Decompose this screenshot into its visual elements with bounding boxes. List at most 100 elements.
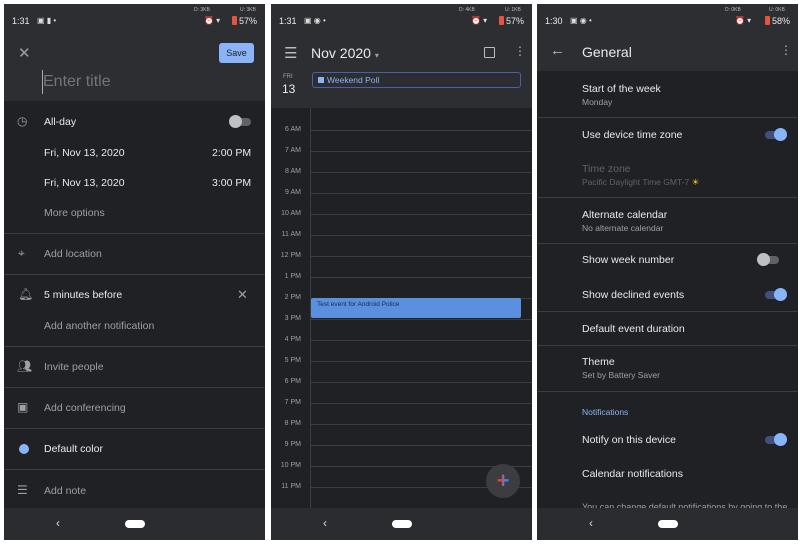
hour-label: 6 AM xyxy=(285,126,301,133)
back-arrow-icon[interactable]: ← xyxy=(550,42,565,59)
nav-bar: ‹ xyxy=(537,508,798,540)
device-timezone-setting[interactable]: Use device time zone xyxy=(582,129,682,141)
hour-label: 10 AM xyxy=(281,210,301,217)
theme-setting[interactable]: Theme xyxy=(582,356,615,368)
add-location[interactable]: Add location xyxy=(44,248,102,260)
status-bar: 1:30 ▣ ◉ • D: 0KB U: 0KB ⏰ ▾ 58% xyxy=(537,4,798,30)
hour-line xyxy=(311,403,532,404)
remove-notification-icon[interactable]: ✕ xyxy=(237,287,248,303)
settings-header: ← General ⋮ xyxy=(537,30,798,71)
battery-icon xyxy=(764,16,770,25)
hour-label: 8 PM xyxy=(284,420,301,427)
hour-label: 5 PM xyxy=(284,357,301,364)
color-picker[interactable]: Default color xyxy=(44,443,103,455)
day-view-screen: 1:31 ▣ ◉ • D: 4KB U: 1KB ⏰ ▾ 57% ☰ Nov 2… xyxy=(271,4,532,540)
notify-device-setting[interactable]: Notify on this device xyxy=(582,434,676,446)
battery-level: 57% xyxy=(238,16,257,26)
hour-label: 7 AM xyxy=(285,147,301,154)
day-number[interactable]: 13 xyxy=(282,82,295,96)
back-icon[interactable]: ‹ xyxy=(589,516,593,530)
upload-speed: U: 1KB xyxy=(505,7,521,13)
notify-device-toggle[interactable] xyxy=(765,433,787,446)
day-name: FRI xyxy=(283,74,293,80)
today-icon[interactable] xyxy=(484,47,495,58)
settings-screen: 1:30 ▣ ◉ • D: 0KB U: 0KB ⏰ ▾ 58% ← Gener… xyxy=(537,4,798,540)
home-button[interactable] xyxy=(657,520,678,528)
hour-line xyxy=(311,340,532,341)
nav-bar: ‹ xyxy=(271,508,532,540)
bell-icon: 🔔︎ xyxy=(18,287,34,301)
poll-icon xyxy=(318,77,324,83)
hour-label: 9 AM xyxy=(285,189,301,196)
hour-line xyxy=(311,130,532,131)
hour-label: 3 PM xyxy=(284,315,301,322)
battery-icon xyxy=(231,16,237,25)
end-date[interactable]: Fri, Nov 13, 2020 xyxy=(44,177,125,189)
week-number-toggle[interactable] xyxy=(757,253,779,266)
location-icon: ⌖ xyxy=(18,246,25,260)
week-number-setting[interactable]: Show week number xyxy=(582,254,674,266)
start-week-setting[interactable]: Start of the week xyxy=(582,83,661,95)
status-time: 1:31 xyxy=(279,16,297,26)
back-icon[interactable]: ‹ xyxy=(56,516,60,530)
add-notification[interactable]: Add another notification xyxy=(44,320,154,332)
start-date[interactable]: Fri, Nov 13, 2020 xyxy=(44,147,125,159)
event-duration-setting[interactable]: Default event duration xyxy=(582,323,685,335)
hour-label: 8 AM xyxy=(285,168,301,175)
add-conferencing[interactable]: Add conferencing xyxy=(44,402,126,414)
declined-events-toggle[interactable] xyxy=(765,288,787,301)
more-options-link[interactable]: More options xyxy=(44,207,105,219)
hour-label: 9 PM xyxy=(284,441,301,448)
sun-icon: ☀ xyxy=(691,177,700,187)
calendar-notifications-setting[interactable]: Calendar notifications xyxy=(582,468,683,480)
allday-event-chip[interactable]: Weekend Poll xyxy=(312,72,521,88)
notification-item[interactable]: 5 minutes before xyxy=(44,289,122,301)
device-timezone-toggle[interactable] xyxy=(765,128,787,141)
add-note[interactable]: Add note xyxy=(44,485,86,497)
notifications-section-header: Notifications xyxy=(582,407,629,417)
hour-label: 11 PM xyxy=(281,483,301,490)
save-button[interactable]: Save xyxy=(219,43,254,63)
more-icon[interactable]: ⋮ xyxy=(780,43,792,57)
title-input[interactable] xyxy=(42,70,242,94)
nav-bar: ‹ xyxy=(4,508,265,540)
status-bar: 1:31 ▣ ◉ • D: 4KB U: 1KB ⏰ ▾ 57% xyxy=(271,4,532,30)
clock-icon: ◷ xyxy=(17,114,28,128)
status-bar: 1:31 ▣ ▮ • D: 3KB U: 3KB ⏰ ▾ 57% xyxy=(4,4,265,30)
alternate-calendar-setting[interactable]: Alternate calendar xyxy=(582,209,667,221)
battery-level: 57% xyxy=(505,16,524,26)
hour-label: 12 PM xyxy=(280,252,301,259)
declined-events-setting[interactable]: Show declined events xyxy=(582,289,684,301)
alarm-wifi-icon: ⏰ ▾ xyxy=(471,16,488,25)
battery-icon xyxy=(498,16,504,25)
hour-line xyxy=(311,256,532,257)
back-icon[interactable]: ‹ xyxy=(323,516,327,530)
hour-label: 10 PM xyxy=(280,462,301,469)
hour-label: 2 PM xyxy=(284,294,301,301)
calendar-event[interactable]: Test event for Android Police xyxy=(311,298,521,318)
allday-toggle[interactable] xyxy=(229,115,251,128)
alarm-wifi-icon: ⏰ ▾ xyxy=(735,16,752,25)
menu-icon[interactable]: ☰ xyxy=(284,44,297,62)
create-event-fab[interactable]: + xyxy=(486,464,520,498)
invite-people[interactable]: Invite people xyxy=(44,361,104,373)
close-icon[interactable]: ✕ xyxy=(18,44,31,62)
more-icon[interactable]: ⋮ xyxy=(514,44,526,58)
start-time[interactable]: 2:00 PM xyxy=(212,147,251,159)
month-label: Nov 2020 xyxy=(311,45,371,61)
timezone-setting: Time zone xyxy=(582,163,631,175)
home-button[interactable] xyxy=(124,520,145,528)
battery-level: 58% xyxy=(771,16,790,26)
start-week-value: Monday xyxy=(582,97,613,107)
status-time: 1:31 xyxy=(12,16,30,26)
image-icon: ▣ ▮ • xyxy=(37,16,57,25)
allday-event-title: Weekend Poll xyxy=(327,75,380,85)
upload-speed: U: 3KB xyxy=(240,7,256,13)
home-button[interactable] xyxy=(391,520,412,528)
plus-icon: + xyxy=(496,468,510,493)
end-time[interactable]: 3:00 PM xyxy=(212,177,251,189)
hour-line xyxy=(311,235,532,236)
month-selector[interactable]: Nov 2020 ▾ xyxy=(311,45,379,61)
status-time: 1:30 xyxy=(545,16,563,26)
theme-value: Set by Battery Saver xyxy=(582,370,660,380)
